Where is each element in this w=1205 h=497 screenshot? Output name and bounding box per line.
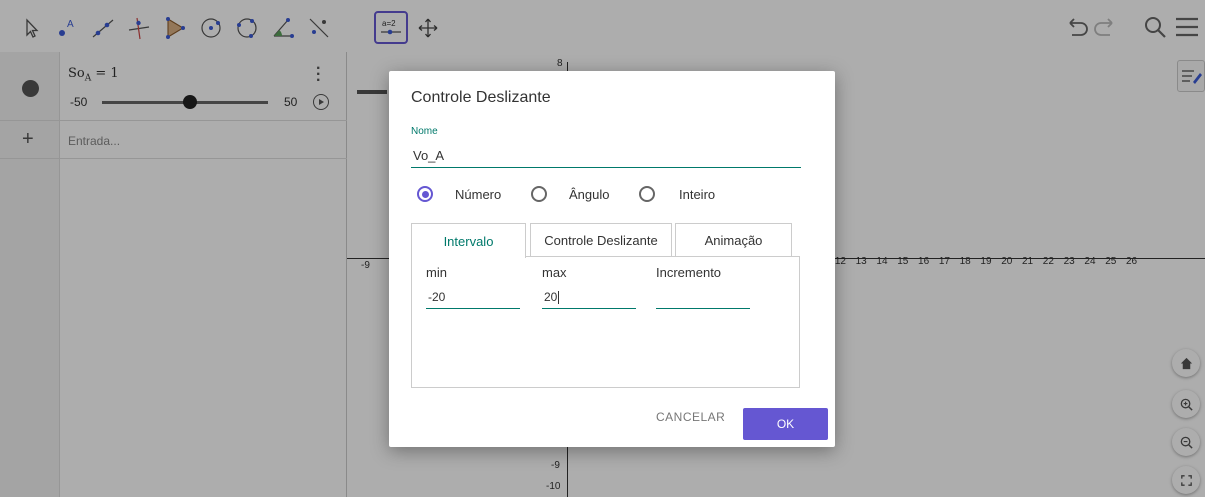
radio-label: Número [455,187,502,202]
increment-field-underline [656,308,750,309]
tab-intervalo[interactable]: Intervalo [411,223,526,258]
radio-numero[interactable] [417,186,433,202]
radio-label: Inteiro [679,187,716,202]
slider-dialog: Controle Deslizante Nome Vo_A Número Âng… [389,71,835,447]
tab-panel-intervalo: min -20 max 20 Incremento [411,256,800,388]
increment-label: Incremento [656,265,722,280]
max-field-underline [542,308,636,309]
text-caret [558,291,560,305]
ok-button[interactable]: OK [743,408,828,440]
tab-animacao[interactable]: Animação [675,223,792,257]
name-field-label: Nome [411,126,438,137]
dialog-title: Controle Deslizante [411,89,551,106]
cancel-button[interactable]: CANCELAR [656,410,725,424]
tab-controle-deslizante[interactable]: Controle Deslizante [530,223,672,257]
name-field[interactable]: Vo_A [413,148,444,163]
min-label: min [426,265,447,280]
max-label: max [542,265,567,280]
max-field-value: 20 [544,290,558,304]
min-field-underline [426,308,520,309]
radio-label: Ângulo [569,187,610,202]
name-field-underline [411,167,801,168]
radio-angulo[interactable] [531,186,547,202]
radio-inteiro[interactable] [639,186,655,202]
max-field[interactable]: 20 [544,290,560,305]
min-field[interactable]: -20 [428,290,445,304]
dialog-tabs: Intervalo Controle Deslizante Animação m… [411,223,800,388]
